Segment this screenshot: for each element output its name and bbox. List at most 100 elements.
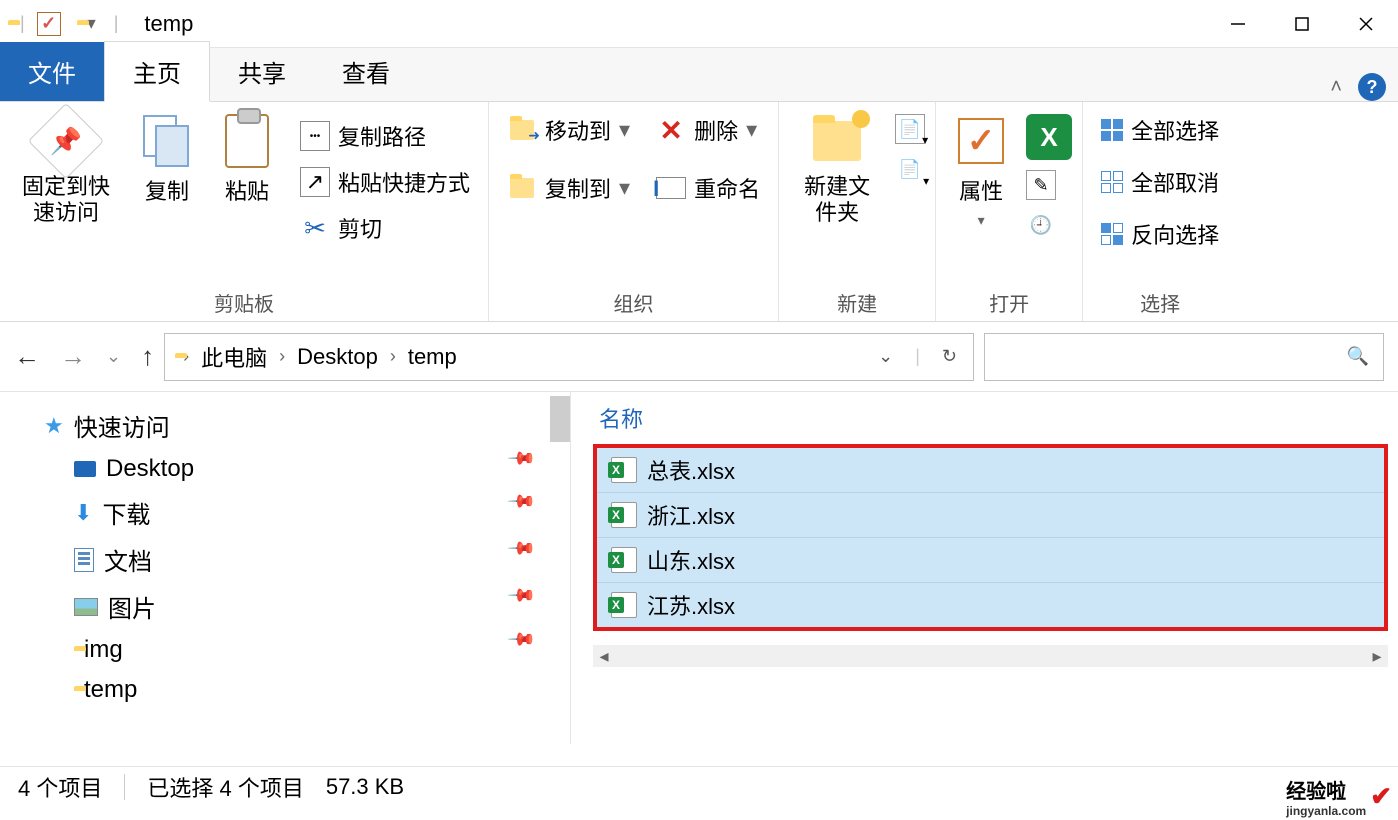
pin-icon: 📌	[28, 103, 104, 179]
crumb-temp[interactable]: temp	[404, 344, 461, 370]
scroll-left-icon[interactable]: ◂	[593, 645, 615, 667]
window-controls	[1206, 0, 1398, 48]
new-folder-button[interactable]: 新建文件夹	[789, 108, 885, 233]
delete-label: 删除	[694, 114, 738, 146]
sidebar-item-desktop[interactable]: Desktop 📌	[40, 449, 562, 489]
select-none-button[interactable]: 全部取消	[1093, 160, 1227, 204]
watermark-brand: 经验啦	[1286, 775, 1366, 804]
tab-view[interactable]: 查看	[314, 42, 418, 101]
move-to-label: 移动到	[545, 114, 611, 146]
properties-button[interactable]: 属性 ▾	[946, 108, 1016, 235]
forward-button[interactable]: →	[60, 341, 86, 372]
file-row[interactable]: 总表.xlsx	[597, 448, 1384, 493]
file-row[interactable]: 江苏.xlsx	[597, 583, 1384, 627]
up-button[interactable]: ↑	[141, 341, 154, 372]
file-name: 山东.xlsx	[647, 544, 735, 576]
refresh-icon[interactable]: ↻	[942, 346, 957, 367]
ribbon-group-select: 全部选择 全部取消 反向选择 选择	[1083, 102, 1237, 321]
history-icon[interactable]: 🕘	[1026, 210, 1056, 240]
delete-button[interactable]: ✕ 删除 ▾	[648, 108, 768, 152]
addr-dropdown-icon[interactable]: ⌄	[878, 346, 893, 367]
select-all-button[interactable]: 全部选择	[1093, 108, 1227, 152]
tab-file[interactable]: 文件	[0, 42, 104, 101]
group-open-label: 打开	[946, 284, 1072, 317]
sidebar-item-temp[interactable]: temp	[40, 670, 562, 710]
edit-icon[interactable]: ✎	[1026, 170, 1056, 200]
status-selected: 已选择 4 个项目	[147, 771, 303, 803]
recent-dropdown-icon[interactable]: ⌄	[106, 346, 121, 367]
pictures-icon	[74, 598, 98, 616]
copy-path-icon: •••	[300, 121, 330, 151]
desktop-icon	[74, 461, 96, 477]
copy-to-label: 复制到	[545, 172, 611, 204]
paste-shortcut-button[interactable]: ↗ 粘贴快捷方式	[292, 160, 478, 204]
sidebar-item-documents[interactable]: 文档 📌	[40, 536, 562, 583]
help-icon[interactable]: ?	[1358, 73, 1386, 101]
properties-label: 属性	[959, 174, 1003, 206]
invert-label: 反向选择	[1131, 218, 1219, 250]
crumb-desktop[interactable]: Desktop	[293, 344, 382, 370]
file-row[interactable]: 山东.xlsx	[597, 538, 1384, 583]
sidebar-item-quick-access[interactable]: ★ 快速访问	[40, 402, 562, 449]
ribbon-group-open: 属性 ▾ X ✎ 🕘 打开	[936, 102, 1083, 321]
sidebar-item-downloads[interactable]: ⬇ 下载 📌	[40, 489, 562, 536]
title-sep2: |	[106, 13, 127, 34]
back-button[interactable]: ←	[14, 341, 40, 372]
horizontal-scrollbar[interactable]: ◂ ▸	[593, 645, 1388, 667]
close-button[interactable]	[1334, 0, 1398, 48]
cut-button[interactable]: ✂ 剪切	[292, 206, 478, 250]
pin-to-quick-access-button[interactable]: 📌 固定到快速访问	[10, 108, 122, 233]
address-bar[interactable]: › 此电脑 › Desktop › temp ⌄ | ↻	[164, 333, 974, 381]
move-to-button[interactable]: ➜ 移动到 ▾	[499, 108, 638, 152]
invert-selection-button[interactable]: 反向选择	[1093, 212, 1227, 256]
crumb-this-pc[interactable]: 此电脑	[197, 341, 271, 373]
watermark-check-icon: ✔	[1370, 781, 1392, 812]
img-label: img	[84, 636, 123, 664]
new-folder-label: 新建文件夹	[797, 174, 877, 227]
copy-button[interactable]: 复制	[132, 108, 202, 212]
chevron-down-icon: ▾	[978, 212, 985, 229]
copy-path-button[interactable]: ••• 复制路径	[292, 114, 478, 158]
minimize-button[interactable]	[1206, 0, 1270, 48]
file-name: 江苏.xlsx	[647, 589, 735, 621]
sidebar-item-img[interactable]: img 📌	[40, 630, 562, 670]
file-row[interactable]: 浙江.xlsx	[597, 493, 1384, 538]
pin-label: 固定到快速访问	[18, 174, 114, 227]
rename-label: 重命名	[694, 172, 760, 204]
main-area: ★ 快速访问 Desktop 📌 ⬇ 下载 📌 文档 📌 图片 📌 img 📌	[0, 392, 1398, 744]
search-input[interactable]: 🔍	[984, 333, 1384, 381]
paste-shortcut-label: 粘贴快捷方式	[338, 166, 470, 198]
paste-icon	[220, 114, 274, 168]
group-select-label: 选择	[1093, 284, 1227, 317]
easy-access-icon[interactable]: 📄▾	[895, 154, 925, 184]
sidebar-item-pictures[interactable]: 图片 📌	[40, 583, 562, 630]
sidebar-scrollbar[interactable]	[550, 396, 570, 442]
paste-button[interactable]: 粘贴	[212, 108, 282, 212]
collapse-ribbon-icon[interactable]: ˄	[1330, 76, 1342, 99]
excel-icon	[611, 592, 637, 618]
file-selection-highlight: 总表.xlsx 浙江.xlsx 山东.xlsx 江苏.xlsx	[593, 444, 1388, 631]
check-icon: ✓	[37, 12, 61, 36]
statusbar: 4 个项目 已选择 4 个项目 57.3 KB	[0, 766, 1398, 806]
open-excel-icon[interactable]: X	[1026, 114, 1072, 160]
navigation-bar: ← → ⌄ ↑ › 此电脑 › Desktop › temp ⌄ | ↻ 🔍	[0, 322, 1398, 392]
excel-icon	[611, 457, 637, 483]
copy-path-label: 复制路径	[338, 120, 426, 152]
nav-sidebar: ★ 快速访问 Desktop 📌 ⬇ 下载 📌 文档 📌 图片 📌 img 📌	[0, 392, 570, 744]
tab-share[interactable]: 共享	[210, 42, 314, 101]
new-item-icon[interactable]: 📄▾	[895, 114, 925, 144]
download-icon: ⬇	[74, 500, 92, 526]
scroll-right-icon[interactable]: ▸	[1366, 645, 1388, 667]
tab-home[interactable]: 主页	[104, 41, 210, 102]
ribbon: 📌 固定到快速访问 复制 粘贴 ••• 复制路径 ↗ 粘贴快捷方式	[0, 102, 1398, 322]
column-header-name[interactable]: 名称	[571, 392, 1398, 444]
select-all-icon	[1101, 119, 1123, 141]
copy-to-button[interactable]: 复制到 ▾	[499, 166, 638, 210]
search-icon: 🔍	[1347, 346, 1369, 367]
ribbon-group-clipboard: 📌 固定到快速访问 复制 粘贴 ••• 复制路径 ↗ 粘贴快捷方式	[0, 102, 489, 321]
group-clipboard-label: 剪贴板	[10, 284, 478, 317]
rename-button[interactable]: 重命名	[648, 166, 768, 210]
maximize-button[interactable]	[1270, 0, 1334, 48]
move-to-icon: ➜	[507, 115, 537, 145]
copy-to-icon	[507, 173, 537, 203]
